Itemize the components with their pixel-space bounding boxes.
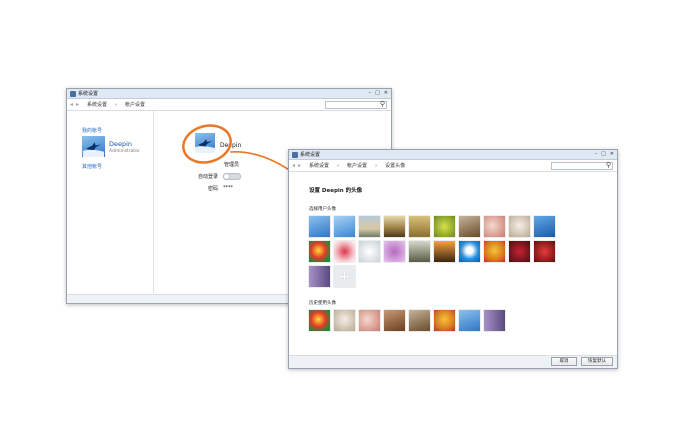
avatar-option[interactable] — [334, 216, 355, 237]
search-icon[interactable]: ⚲ — [380, 100, 385, 108]
avatar-option[interactable] — [384, 216, 405, 237]
close-icon[interactable]: ✕ — [384, 90, 388, 96]
navigation-bar: ◂ ▸ 系统设置 › 帐户设置 ⚲ — [67, 99, 391, 111]
plus-icon: + — [338, 268, 351, 285]
window-title: 系统设置 — [300, 152, 321, 158]
password-label: 密码 — [208, 186, 219, 192]
titlebar: 系统设置 – □ ✕ — [67, 89, 391, 99]
titlebar: 系统设置 – □ ✕ — [289, 150, 617, 160]
select-avatar-label: 选择用户头像 — [309, 207, 336, 212]
history-avatar[interactable] — [384, 310, 405, 331]
other-accounts-label[interactable]: 其他帐号 — [82, 163, 102, 170]
app-icon — [292, 151, 298, 158]
sidebar: 我的帐号 Deepin Administrator 其他帐号 — [67, 111, 154, 293]
avatar-option[interactable] — [509, 216, 530, 237]
sidebar-user-role: Administrator — [109, 149, 140, 154]
close-icon[interactable]: ✕ — [610, 151, 614, 157]
app-icon — [70, 90, 76, 97]
avatar-option[interactable] — [484, 241, 505, 262]
breadcrumb-account-settings[interactable]: 帐户设置 — [125, 101, 145, 108]
history-avatar[interactable] — [334, 310, 355, 331]
breadcrumb-separator: › — [115, 101, 118, 108]
history-avatar[interactable] — [359, 310, 380, 331]
avatar-option[interactable] — [434, 216, 455, 237]
minimize-icon[interactable]: – — [369, 90, 372, 96]
search-icon[interactable]: ⚲ — [606, 161, 611, 169]
avatar-option[interactable] — [534, 216, 555, 237]
breadcrumb-separator: › — [375, 162, 378, 169]
navigation-bar: ◂ ▸ 系统设置 › 帐户设置 › 设置头像 ⚲ — [289, 160, 617, 172]
maximize-icon[interactable]: □ — [375, 90, 380, 96]
bird-icon — [195, 139, 215, 153]
avatar-option[interactable] — [434, 241, 455, 262]
avatar-option[interactable] — [459, 241, 480, 262]
avatar-option[interactable] — [459, 216, 480, 237]
search-input[interactable]: ⚲ — [551, 161, 613, 170]
breadcrumb-system-settings[interactable]: 系统设置 — [87, 101, 107, 108]
history-avatar-grid — [309, 310, 505, 331]
avatar-option[interactable] — [309, 241, 330, 262]
avatar-option[interactable] — [309, 266, 330, 287]
avatar-grid: + — [309, 216, 555, 287]
main-avatar[interactable] — [195, 133, 215, 153]
account-type-value: 管理员 — [224, 162, 240, 168]
toggle-knob — [224, 174, 229, 179]
history-avatar-label: 历史使用头像 — [309, 301, 336, 306]
sidebar-user-name[interactable]: Deepin — [109, 140, 132, 148]
avatar-option[interactable] — [509, 241, 530, 262]
avatar-option[interactable] — [484, 216, 505, 237]
minimize-icon[interactable]: – — [595, 151, 598, 157]
avatar-option[interactable] — [534, 241, 555, 262]
search-input[interactable]: ⚲ — [325, 100, 387, 109]
bird-icon — [83, 142, 104, 157]
window-controls: – □ ✕ — [369, 90, 388, 96]
arrow-right-icon[interactable]: ▸ — [298, 162, 301, 169]
breadcrumb-account-settings[interactable]: 帐户设置 — [347, 162, 367, 169]
user-avatar[interactable] — [82, 136, 105, 157]
arrow-left-icon[interactable]: ◂ — [292, 162, 295, 169]
avatar-option[interactable] — [409, 241, 430, 262]
breadcrumb-system-settings[interactable]: 系统设置 — [309, 162, 329, 169]
history-avatar[interactable] — [309, 310, 330, 331]
password-value[interactable]: **** — [223, 185, 233, 191]
avatar-option[interactable] — [359, 216, 380, 237]
avatar-option[interactable] — [384, 241, 405, 262]
set-avatar-window: 系统设置 – □ ✕ ◂ ▸ 系统设置 › 帐户设置 › 设置头像 ⚲ 设置 D… — [288, 149, 618, 369]
history-avatar[interactable] — [434, 310, 455, 331]
window-title: 系统设置 — [78, 91, 99, 97]
arrow-right-icon[interactable]: ▸ — [76, 101, 79, 108]
arrow-left-icon[interactable]: ◂ — [70, 101, 73, 108]
page-heading: 设置 Deepin 的头像 — [309, 188, 363, 194]
avatar-option[interactable] — [359, 241, 380, 262]
avatar-option[interactable] — [409, 216, 430, 237]
cancel-button[interactable]: 取消 — [551, 357, 577, 366]
my-account-label: 我的帐号 — [82, 128, 103, 134]
history-avatar[interactable] — [484, 310, 505, 331]
restore-default-button[interactable]: 恢复默认 — [581, 357, 613, 366]
auto-login-label: 自动登录 — [198, 174, 219, 180]
window-controls: – □ ✕ — [595, 151, 614, 157]
history-avatar[interactable] — [409, 310, 430, 331]
avatar-option[interactable] — [309, 216, 330, 237]
history-avatar[interactable] — [459, 310, 480, 331]
add-avatar-button[interactable]: + — [334, 266, 355, 287]
breadcrumb-set-avatar[interactable]: 设置头像 — [385, 162, 405, 169]
main-user-name: Deepin — [220, 142, 242, 149]
maximize-icon[interactable]: □ — [601, 151, 606, 157]
auto-login-toggle[interactable] — [223, 173, 241, 180]
breadcrumb-separator: › — [337, 162, 340, 169]
avatar-option[interactable] — [334, 241, 355, 262]
